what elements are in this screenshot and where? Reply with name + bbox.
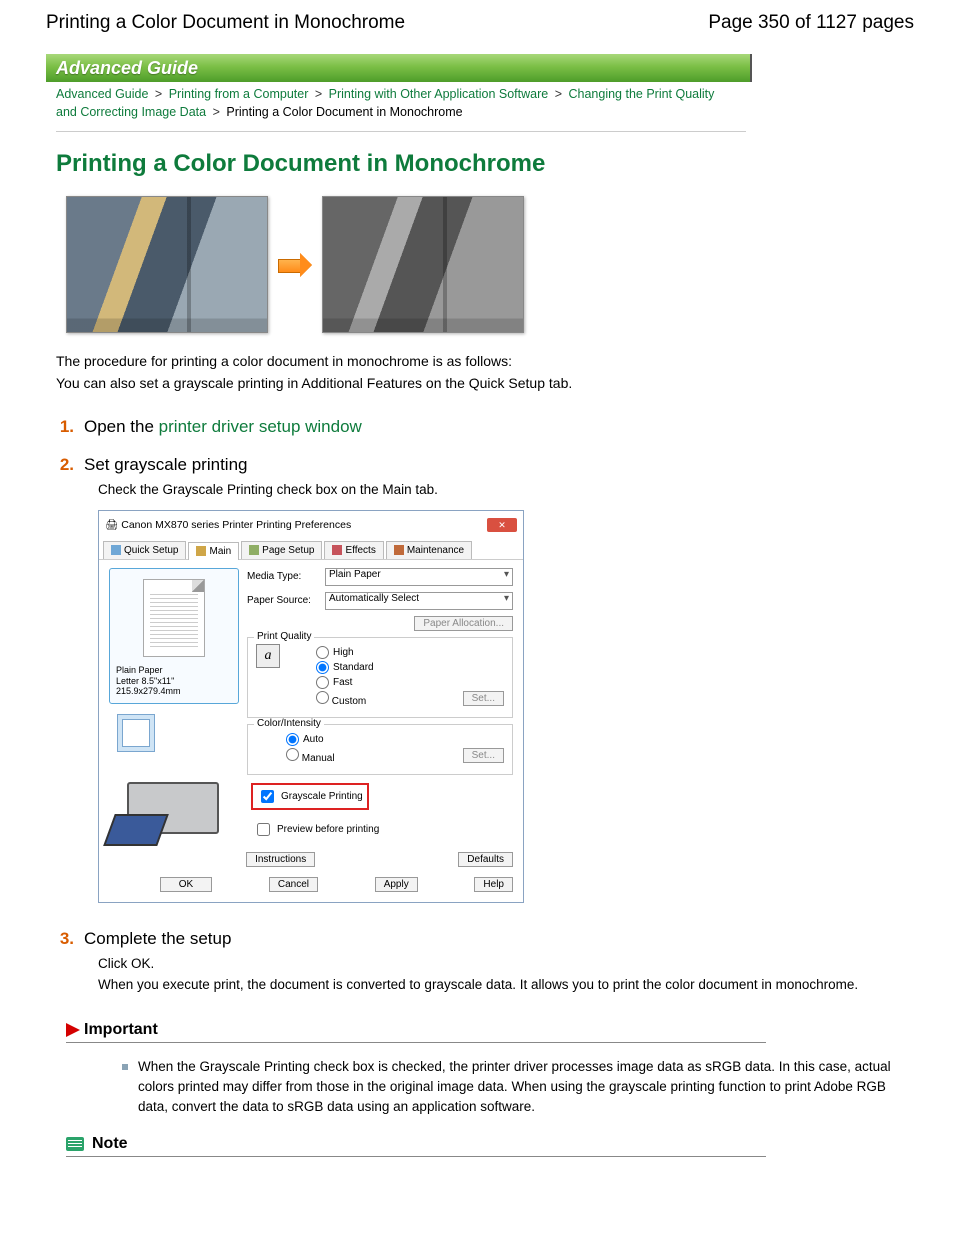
- step-2-desc: Check the Grayscale Printing check box o…: [98, 481, 914, 500]
- doc-title: Printing a Color Document in Monochrome: [46, 12, 405, 34]
- print-prefs-dialog: 🖨 Canon MX870 series Printer Printing Pr…: [98, 510, 524, 903]
- important-text: When the Grayscale Printing check box is…: [122, 1057, 914, 1118]
- step-2-num: 2.: [56, 455, 74, 475]
- preview-checkbox[interactable]: [257, 823, 270, 836]
- cancel-button[interactable]: Cancel: [269, 877, 318, 892]
- step-3-num: 3.: [56, 929, 74, 949]
- tab-main[interactable]: Main: [188, 542, 239, 560]
- grayscale-highlight: Grayscale Printing: [251, 783, 369, 810]
- paper-source-select[interactable]: Automatically Select: [325, 592, 513, 610]
- color-manual-radio[interactable]: [286, 748, 299, 761]
- color-auto-radio[interactable]: [286, 733, 299, 746]
- quality-custom-radio[interactable]: [316, 691, 329, 704]
- grayscale-checkbox[interactable]: [261, 790, 274, 803]
- demo-image-grayscale: [322, 196, 524, 333]
- step-2-head: Set grayscale printing: [84, 455, 247, 475]
- note-icon: [66, 1137, 84, 1151]
- printer-icon: [109, 762, 219, 842]
- tab-effects[interactable]: Effects: [324, 541, 383, 559]
- instructions-button[interactable]: Instructions: [246, 852, 315, 867]
- paper-allocation-button[interactable]: Paper Allocation...: [414, 616, 513, 631]
- color-set-button[interactable]: Set...: [463, 748, 504, 763]
- page-title: Printing a Color Document in Monochrome: [56, 150, 914, 178]
- step-1-num: 1.: [56, 417, 74, 437]
- important-flag-icon: [66, 1023, 80, 1037]
- step-3-d2: When you execute print, the document is …: [98, 976, 914, 995]
- apply-button[interactable]: Apply: [375, 877, 418, 892]
- demo-images: [66, 196, 914, 333]
- quality-set-button[interactable]: Set...: [463, 691, 504, 706]
- divider: [56, 131, 746, 132]
- step-3-d1: Click OK.: [98, 955, 914, 974]
- crumb-other-app-software[interactable]: Printing with Other Application Software: [329, 87, 549, 101]
- dialog-title: 🖨 Canon MX870 series Printer Printing Pr…: [105, 518, 351, 531]
- media-type-select[interactable]: Plain Paper: [325, 568, 513, 586]
- step-3-head: Complete the setup: [84, 929, 231, 949]
- defaults-button[interactable]: Defaults: [458, 852, 513, 867]
- media-type-label: Media Type:: [247, 571, 325, 582]
- ok-button[interactable]: OK: [160, 877, 212, 892]
- close-icon[interactable]: ✕: [487, 518, 517, 532]
- note-heading: Note: [92, 1135, 128, 1153]
- important-divider: [66, 1042, 766, 1043]
- doc-stack-icon: [117, 714, 155, 752]
- paper-source-label: Paper Source:: [247, 595, 325, 606]
- tab-page-setup[interactable]: Page Setup: [241, 541, 322, 559]
- page-indicator: Page 350 of 1127 pages: [708, 12, 914, 34]
- print-quality-group: Print Quality a High Standard Fast Custo…: [247, 637, 513, 718]
- quality-high-radio[interactable]: [316, 646, 329, 659]
- guide-banner: Advanced Guide: [46, 54, 752, 82]
- tab-maintenance[interactable]: Maintenance: [386, 541, 472, 559]
- quality-fast-radio[interactable]: [316, 676, 329, 689]
- intro-p2: You can also set a grayscale printing in…: [56, 375, 914, 391]
- demo-image-color: [66, 196, 268, 333]
- intro-p1: The procedure for printing a color docum…: [56, 353, 914, 369]
- color-intensity-group: Color/Intensity Auto Manual Set...: [247, 724, 513, 775]
- important-heading: Important: [84, 1021, 158, 1039]
- step-1-text: Open the: [84, 417, 159, 436]
- crumb-current: Printing a Color Document in Monochrome: [226, 105, 462, 119]
- printer-driver-link[interactable]: printer driver setup window: [159, 417, 362, 436]
- crumb-printing-from-computer[interactable]: Printing from a Computer: [169, 87, 309, 101]
- tab-quick-setup[interactable]: Quick Setup: [103, 541, 186, 559]
- help-button[interactable]: Help: [474, 877, 513, 892]
- quality-standard-radio[interactable]: [316, 661, 329, 674]
- page-preview: Plain Paper Letter 8.5"x11" 215.9x279.4m…: [109, 568, 239, 704]
- note-divider: [66, 1156, 766, 1157]
- arrow-icon: [278, 253, 312, 277]
- quality-icon: a: [256, 644, 280, 668]
- breadcrumb: Advanced Guide > Printing from a Compute…: [56, 86, 726, 121]
- crumb-advanced-guide[interactable]: Advanced Guide: [56, 87, 148, 101]
